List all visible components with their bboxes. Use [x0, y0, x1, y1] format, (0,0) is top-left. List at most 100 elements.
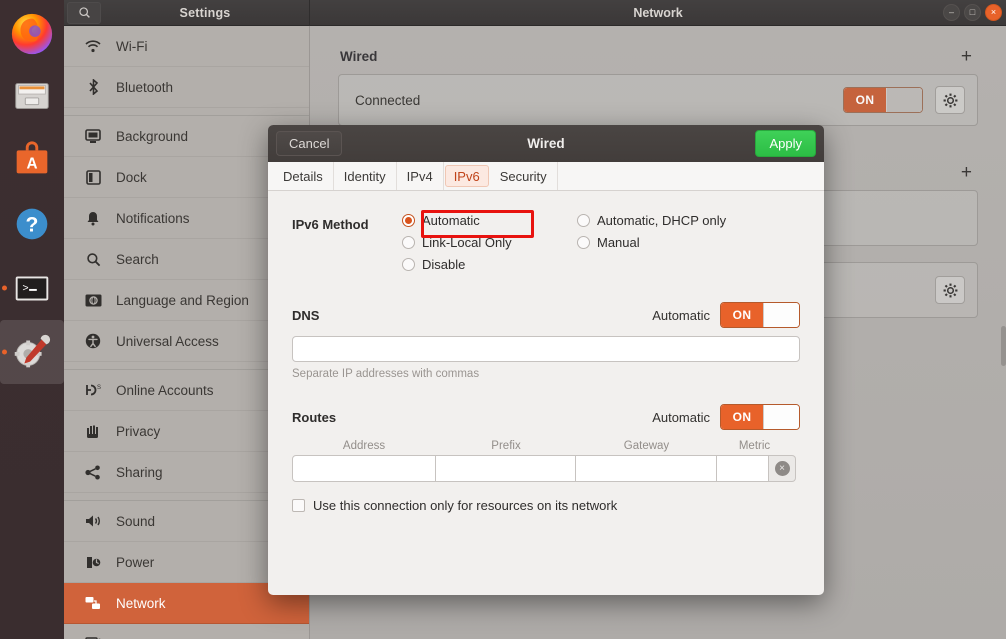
restrict-connection-checkbox-row[interactable]: Use this connection only for resources o… — [292, 498, 800, 513]
wired-section-header: Wired + — [310, 38, 1006, 74]
radio-automatic-dhcp-only[interactable]: Automatic, DHCP only — [577, 213, 726, 228]
dns-servers-input[interactable] — [292, 336, 800, 362]
titlebar-left: Settings — [64, 0, 310, 26]
content-scrollbar[interactable] — [1001, 326, 1006, 366]
online-accounts-icon: S — [82, 383, 104, 397]
apply-button[interactable]: Apply — [755, 130, 816, 157]
window-title-settings: Settings — [101, 6, 309, 20]
toggle-on-label: ON — [721, 303, 763, 327]
dialog-header: Cancel Wired Apply — [268, 125, 824, 162]
sidebar-item-label: Background — [116, 129, 188, 144]
tab-identity[interactable]: Identity — [334, 162, 397, 190]
dock-item-files[interactable] — [0, 64, 64, 128]
tab-security[interactable]: Security — [490, 162, 558, 190]
add-wired-button[interactable]: + — [961, 47, 972, 66]
ipv6-method-column-1: Automatic Link-Local Only Disable — [402, 213, 577, 272]
speaker-icon — [82, 514, 104, 528]
tab-ipv6[interactable]: IPv6 — [445, 165, 489, 187]
dialog-body: IPv6 Method Automatic Link-Local Only — [268, 191, 824, 513]
gear-icon — [943, 283, 958, 298]
add-second-button[interactable]: + — [961, 163, 972, 182]
background-icon — [82, 129, 104, 144]
ubuntu-software-icon: A — [9, 137, 55, 183]
dns-header: DNS Automatic ON — [292, 302, 800, 328]
sidebar-item-label: Search — [116, 252, 159, 267]
bluetooth-icon — [82, 79, 104, 95]
dns-label: DNS — [292, 308, 319, 323]
radio-automatic[interactable]: Automatic — [402, 213, 577, 228]
routes-table-headers: Address Prefix Gateway Metric — [292, 440, 800, 452]
radio-label: Automatic — [422, 213, 480, 228]
sidebar-item-wifi[interactable]: Wi-Fi — [64, 26, 309, 67]
wifi-icon — [82, 40, 104, 53]
minimize-button[interactable]: – — [943, 4, 960, 21]
running-indicator — [2, 350, 7, 355]
sidebar-item-devices[interactable]: Devices › — [64, 624, 309, 639]
dns-hint: Separate IP addresses with commas — [292, 368, 800, 380]
dns-automatic-toggle[interactable]: ON — [720, 302, 800, 328]
sidebar-item-bluetooth[interactable]: Bluetooth — [64, 67, 309, 108]
search-icon-button[interactable] — [67, 2, 101, 24]
sidebar-item-label: Bluetooth — [116, 80, 173, 95]
window-titlebar: Settings Network – □ × — [64, 0, 1006, 26]
files-icon — [9, 73, 55, 119]
titlebar-right: Network – □ × — [310, 0, 1006, 26]
radio-indicator — [402, 214, 415, 227]
running-indicator — [2, 286, 7, 291]
window-title-network: Network — [310, 6, 1006, 20]
ipv6-method-row: IPv6 Method Automatic Link-Local Only — [292, 213, 800, 272]
search-icon — [82, 252, 104, 267]
radio-disable[interactable]: Disable — [402, 257, 577, 272]
dock-item-firefox[interactable] — [0, 2, 64, 66]
route-gateway-input[interactable] — [576, 455, 717, 482]
route-metric-input[interactable] — [717, 455, 769, 482]
maximize-button[interactable]: □ — [964, 4, 981, 21]
route-prefix-input[interactable] — [436, 455, 576, 482]
sidebar-item-label: Notifications — [116, 211, 190, 226]
wired-toggle[interactable]: ON — [843, 87, 923, 113]
search-icon — [78, 6, 91, 19]
radio-indicator — [402, 236, 415, 249]
toggle-on-label: ON — [721, 405, 763, 429]
dock-icon — [82, 170, 104, 185]
routes-header-gateway: Gateway — [576, 440, 717, 452]
dock-item-settings[interactable] — [0, 320, 64, 384]
settings-tools-icon — [9, 329, 55, 375]
close-button[interactable]: × — [985, 4, 1002, 21]
routes-header-address: Address — [292, 440, 436, 452]
sidebar-item-label: Online Accounts — [116, 383, 214, 398]
bell-icon — [82, 211, 104, 226]
toggle-knob — [763, 405, 799, 429]
routes-section: Routes Automatic ON Address Prefix Gatew… — [292, 404, 800, 513]
wired-connection-card: Connected ON — [338, 74, 978, 126]
dock-item-software[interactable]: A — [0, 128, 64, 192]
tab-details[interactable]: Details — [273, 162, 334, 190]
delete-route-button[interactable]: × — [769, 455, 796, 482]
routes-automatic-toggle[interactable]: ON — [720, 404, 800, 430]
svg-text:?: ? — [26, 214, 39, 237]
radio-link-local-only[interactable]: Link-Local Only — [402, 235, 577, 250]
tab-ipv4[interactable]: IPv4 — [397, 162, 444, 190]
power-plug-icon — [82, 555, 104, 570]
third-settings-button[interactable] — [935, 276, 965, 304]
sidebar-item-label: Power — [116, 555, 154, 570]
wired-settings-button[interactable] — [935, 86, 965, 114]
radio-indicator — [577, 214, 590, 227]
toggle-on-label: ON — [844, 88, 886, 112]
radio-manual[interactable]: Manual — [577, 235, 726, 250]
dock-item-help[interactable]: ? — [0, 192, 64, 256]
dialog-title: Wired — [268, 136, 824, 151]
dock-item-terminal[interactable]: > — [0, 256, 64, 320]
sidebar-item-label: Language and Region — [116, 293, 249, 308]
restrict-connection-checkbox[interactable] — [292, 499, 305, 512]
launcher-dock: A ? > — [0, 0, 64, 639]
window-controls: – □ × — [943, 4, 1002, 21]
cancel-button[interactable]: Cancel — [276, 131, 342, 156]
route-address-input[interactable] — [292, 455, 436, 482]
sidebar-item-label: Privacy — [116, 424, 160, 439]
table-row: × — [292, 455, 800, 482]
routes-header: Routes Automatic ON — [292, 404, 800, 430]
routes-automatic-label: Automatic — [652, 410, 710, 425]
dns-automatic-control: Automatic ON — [652, 302, 800, 328]
svg-text:S: S — [97, 385, 101, 391]
